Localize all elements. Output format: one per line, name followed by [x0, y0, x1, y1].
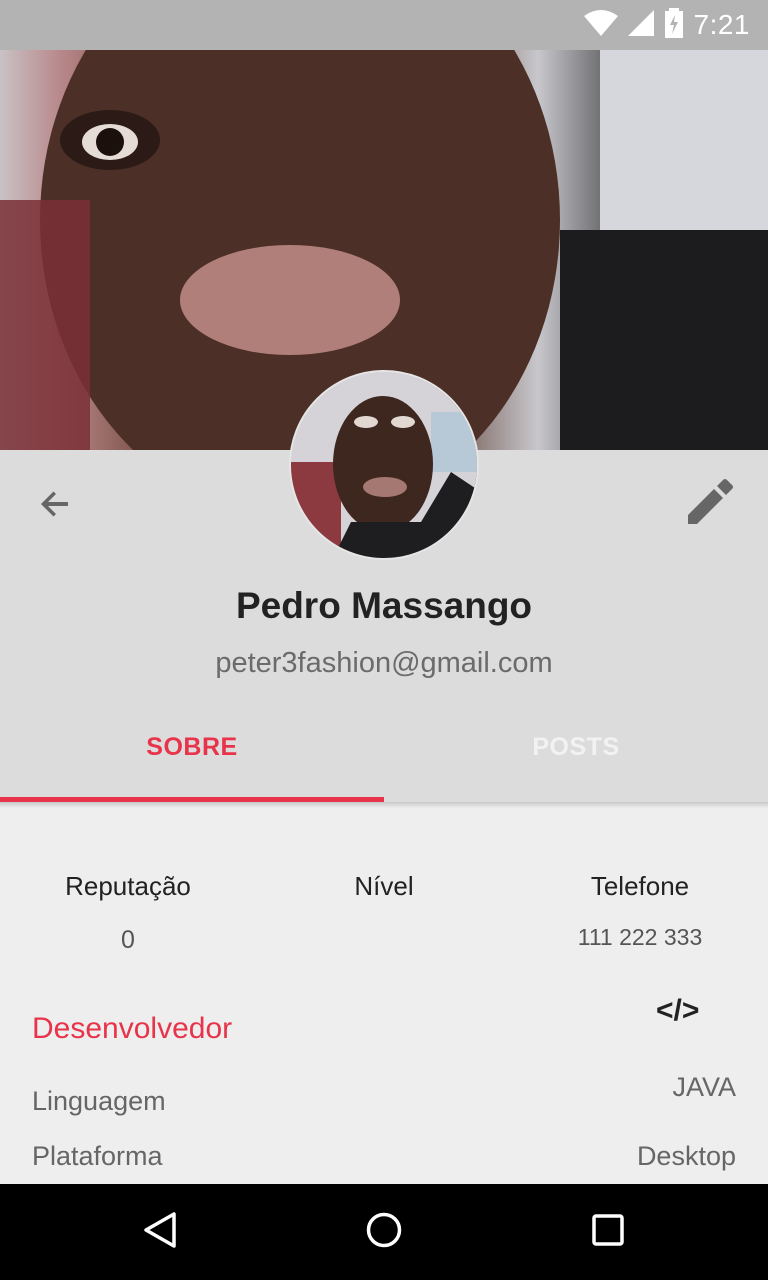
code-icon: </> — [656, 994, 700, 1027]
tab-bar: SOBRE POSTS — [0, 716, 768, 802]
nav-back-icon — [140, 1210, 180, 1255]
about-content: Reputação 0 Nível Telefone 111 222 333 D… — [0, 808, 768, 1184]
nav-home-button[interactable] — [356, 1204, 412, 1260]
stat-phone-label: Telefone — [590, 871, 690, 901]
nav-back-button[interactable] — [132, 1204, 188, 1260]
wifi-icon — [583, 9, 618, 41]
language-label: Linguagem — [32, 1086, 166, 1116]
status-icons: 7:21 — [583, 0, 751, 50]
nav-home-icon — [364, 1210, 404, 1255]
avatar[interactable] — [289, 370, 479, 560]
platform-label: Plataforma — [32, 1141, 163, 1171]
stat-phone-value: 111 222 333 — [577, 924, 703, 950]
navigation-bar — [0, 1184, 768, 1280]
stat-level: Nível — [284, 871, 484, 926]
signal-icon — [627, 9, 654, 41]
arrow-back-icon — [38, 486, 74, 527]
battery-charging-icon — [664, 7, 684, 43]
status-bar: 7:21 — [0, 0, 768, 50]
stat-reputation: Reputação 0 — [28, 871, 228, 955]
status-time: 7:21 — [693, 9, 750, 40]
stat-reputation-label: Reputação — [65, 871, 191, 901]
tab-posts[interactable]: POSTS — [384, 716, 768, 802]
stat-reputation-value: 0 — [121, 926, 135, 954]
pencil-icon — [685, 477, 735, 532]
avatar-image — [291, 372, 477, 558]
profile-name: Pedro Massango — [235, 585, 533, 626]
nav-recents-icon — [588, 1210, 628, 1255]
stat-level-label: Nível — [354, 871, 414, 901]
tab-sobre[interactable]: SOBRE — [0, 716, 384, 802]
edit-button[interactable] — [682, 476, 738, 532]
stat-phone: Telefone 111 222 333 — [540, 871, 740, 951]
platform-value: Desktop — [636, 1141, 736, 1171]
nav-recents-button[interactable] — [580, 1204, 636, 1260]
profile-header: Pedro Massango peter3fashion@gmail.com S… — [0, 370, 768, 802]
language-value: JAVA — [672, 1072, 736, 1102]
back-button[interactable] — [30, 480, 82, 532]
profile-email: peter3fashion@gmail.com — [215, 647, 553, 679]
developer-section-title: Desenvolvedor — [32, 1012, 233, 1045]
